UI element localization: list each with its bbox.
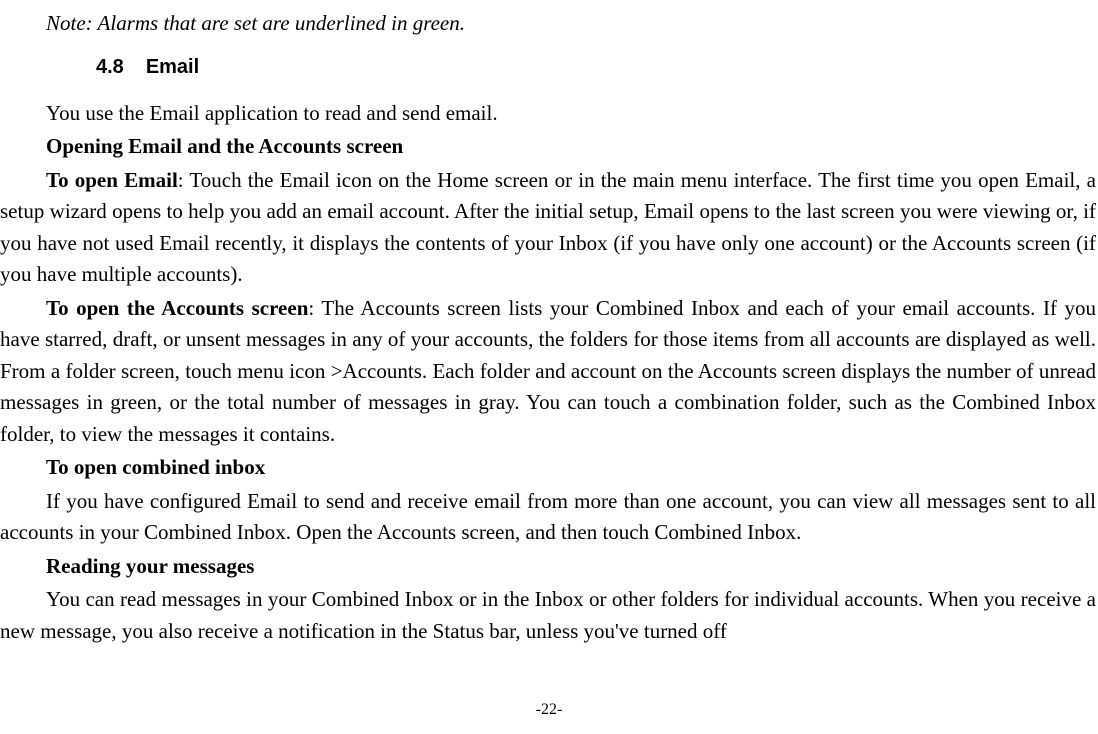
page-number: -22- <box>0 698 1098 722</box>
section-heading: 4.8 Email <box>96 52 1096 82</box>
note-text: Note: Alarms that are set are underlined… <box>46 8 1096 40</box>
paragraph-open-email: To open Email: Touch the Email icon on t… <box>0 165 1096 291</box>
subheading-reading-messages: Reading your messages <box>46 551 1096 583</box>
section-number: 4.8 <box>96 52 124 82</box>
intro-paragraph: You use the Email application to read an… <box>0 98 1096 130</box>
bold-label: To open Email <box>46 168 178 192</box>
section-title: Email <box>146 56 199 78</box>
paragraph-reading-messages: You can read messages in your Combined I… <box>0 584 1096 647</box>
paragraph-accounts-screen: To open the Accounts screen: The Account… <box>0 293 1096 451</box>
subheading-opening: Opening Email and the Accounts screen <box>46 131 1096 163</box>
paragraph-combined-inbox: If you have configured Email to send and… <box>0 486 1096 549</box>
document-page: Note: Alarms that are set are underlined… <box>0 8 1098 647</box>
subheading-combined-inbox: To open combined inbox <box>46 452 1096 484</box>
bold-label: To open the Accounts screen <box>46 296 308 320</box>
